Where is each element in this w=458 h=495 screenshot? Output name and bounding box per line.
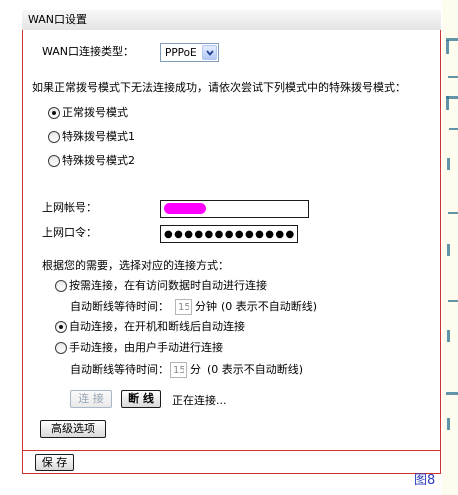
section-title: WAN口设置 bbox=[28, 13, 88, 26]
on-demand-idle-label: 自动断线等待时间： bbox=[70, 300, 169, 313]
manual-idle-input[interactable] bbox=[170, 362, 187, 378]
radio-normal-dial[interactable] bbox=[48, 107, 60, 119]
clipped-text-fragment bbox=[448, 212, 458, 214]
manual-idle-unit: 分 bbox=[190, 363, 201, 376]
advanced-options-button[interactable]: 高级选项 bbox=[40, 420, 106, 438]
radio-on-demand-label: 按需连接，在有访问数据时自动进行连接 bbox=[69, 279, 267, 292]
radio-special-dial-2-label: 特殊拨号模式2 bbox=[62, 154, 135, 167]
manual-idle-note: (0 表示不自动断线) bbox=[207, 363, 304, 376]
password-input[interactable] bbox=[160, 225, 298, 243]
on-demand-idle-note: (0 表示不自动断线) bbox=[221, 300, 318, 313]
radio-manual-connect[interactable] bbox=[55, 342, 67, 354]
radio-special-dial-1[interactable] bbox=[48, 131, 60, 143]
redaction-mark bbox=[164, 203, 206, 214]
clipped-text-fragment bbox=[449, 128, 458, 130]
clipped-text-fragment bbox=[446, 392, 458, 395]
clipped-edge-strip bbox=[442, 0, 458, 495]
wan-type-label: WAN口连接类型： bbox=[42, 45, 135, 58]
save-bar bbox=[22, 451, 441, 474]
on-demand-idle-input[interactable] bbox=[175, 299, 192, 315]
figure-label: 图8 bbox=[414, 473, 436, 488]
account-label: 上网帐号： bbox=[42, 201, 97, 214]
radio-auto-connect-label: 自动连接，在开机和断线后自动连接 bbox=[69, 320, 245, 333]
clipped-text-fragment bbox=[447, 330, 450, 342]
radio-auto-connect[interactable] bbox=[55, 321, 67, 333]
radio-manual-connect-label: 手动连接，由用户手动进行连接 bbox=[69, 341, 223, 354]
clipped-text-fragment bbox=[446, 96, 458, 99]
dial-mode-hint: 如果正常拨号模式下无法连接成功，请依次尝试下列模式中的特殊拨号模式： bbox=[32, 81, 406, 94]
wan-type-select[interactable]: PPPoE bbox=[160, 43, 219, 62]
radio-special-dial-1-label: 特殊拨号模式1 bbox=[62, 130, 135, 143]
manual-idle-label: 自动断线等待时间： bbox=[70, 363, 169, 376]
clipped-text-fragment bbox=[447, 158, 450, 170]
password-label: 上网口令： bbox=[42, 226, 97, 239]
connect-button[interactable]: 连 接 bbox=[70, 390, 112, 408]
disconnect-button[interactable]: 断 线 bbox=[121, 390, 161, 408]
radio-normal-dial-label: 正常拨号模式 bbox=[62, 106, 128, 119]
clipped-text-fragment bbox=[446, 40, 449, 54]
radio-special-dial-2[interactable] bbox=[48, 155, 60, 167]
clipped-text-fragment bbox=[447, 244, 450, 256]
radio-on-demand[interactable] bbox=[55, 280, 67, 292]
on-demand-idle-unit: 分钟 bbox=[195, 300, 217, 313]
clipped-text-fragment bbox=[448, 300, 458, 302]
chevron-down-icon bbox=[206, 50, 214, 56]
connection-mode-hint: 根据您的需要，选择对应的连接方式： bbox=[42, 259, 229, 272]
clipped-text-fragment bbox=[447, 418, 450, 430]
save-button[interactable]: 保 存 bbox=[35, 454, 74, 471]
select-arrow-button[interactable] bbox=[202, 45, 217, 60]
connection-status: 正在连接... bbox=[172, 394, 227, 407]
wan-type-selected-value: PPPoE bbox=[165, 47, 197, 59]
clipped-text-fragment bbox=[448, 76, 458, 78]
